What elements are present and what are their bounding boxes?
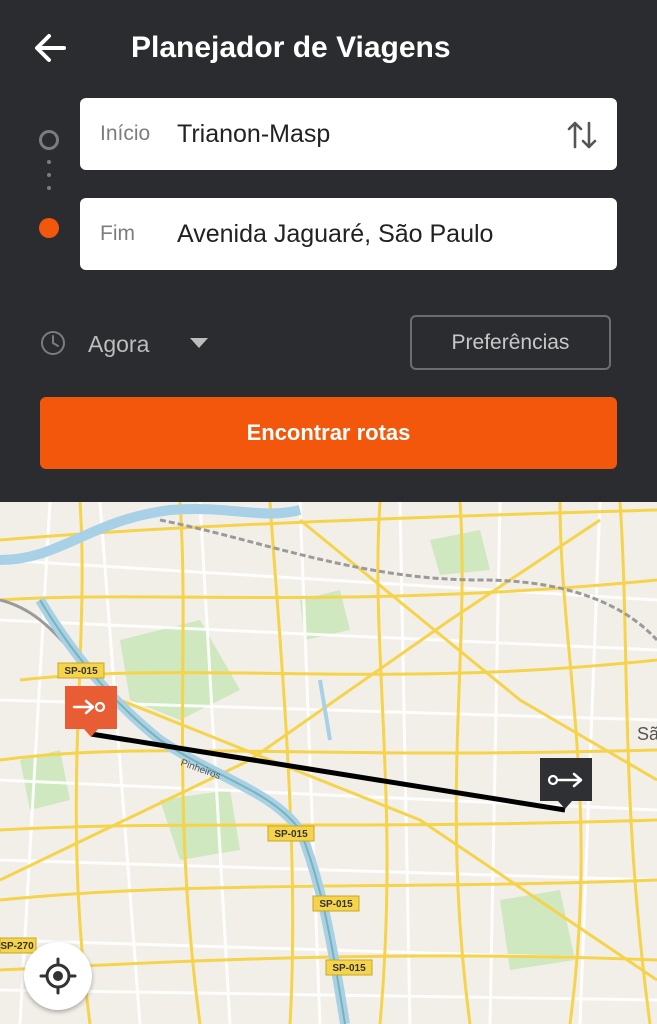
preferences-button[interactable]: Preferências (410, 315, 611, 370)
departure-time-value: Agora (88, 331, 150, 357)
road-label-sp015-b: SP-015 (274, 829, 308, 840)
start-label: Início (100, 122, 151, 145)
clock-icon (40, 330, 66, 356)
end-value: Avenida Jaguaré, São Paulo (177, 220, 494, 248)
road-label-sp015-d: SP-015 (332, 963, 366, 974)
my-location-button[interactable] (24, 942, 92, 1010)
road-label-sp015-a: SP-015 (64, 666, 98, 677)
trip-planner-header: Planejador de Viagens Início Trianon-Mas… (0, 0, 657, 502)
place-label: Sã (637, 724, 657, 744)
start-location-field[interactable]: Início Trianon-Masp (80, 98, 617, 170)
find-routes-button[interactable]: Encontrar rotas (40, 397, 617, 469)
end-marker-icon (39, 218, 59, 238)
departure-time-dropdown[interactable]: Agora (80, 318, 220, 370)
map-view[interactable]: SP-015 SP-015 SP-015 SP-015 SP-270 Pinhe… (0, 502, 657, 1024)
crosshair-icon (39, 957, 77, 995)
page-title: Planejador de Viagens (131, 31, 451, 64)
start-value: Trianon-Masp (177, 120, 331, 148)
swap-vertical-icon (567, 121, 597, 149)
road-label-sp015-c: SP-015 (319, 899, 353, 910)
end-label: Fim (100, 222, 135, 245)
route-connector-dots (47, 160, 51, 199)
arrow-left-icon (35, 34, 66, 62)
back-button[interactable] (30, 28, 72, 68)
swap-button[interactable] (565, 118, 599, 152)
chevron-down-icon (190, 338, 208, 348)
start-marker-icon (39, 130, 59, 150)
map-canvas[interactable]: SP-015 SP-015 SP-015 SP-015 SP-270 Pinhe… (0, 502, 657, 1024)
end-location-field[interactable]: Fim Avenida Jaguaré, São Paulo (80, 198, 617, 270)
